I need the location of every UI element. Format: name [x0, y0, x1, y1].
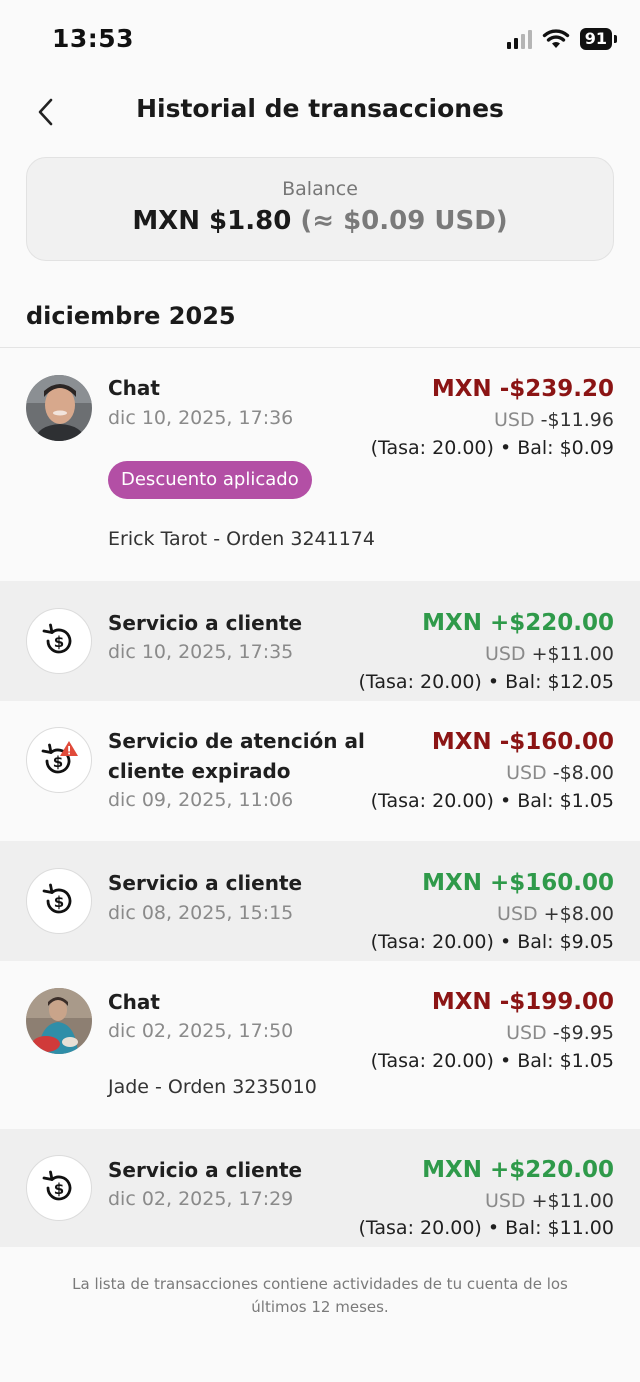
svg-text:$: $	[54, 633, 64, 651]
status-bar: 13:53 91	[0, 0, 640, 78]
transaction-amount: MXN +$220.00	[422, 1157, 614, 1183]
transaction-usd: USD -$9.95	[506, 1018, 614, 1048]
transaction-usd: USD -$8.00	[506, 758, 614, 788]
transaction-amount: MXN -$160.00	[431, 729, 614, 755]
transaction-title: Servicio de atención al cliente expirado	[108, 726, 365, 786]
transaction-row[interactable]: $ Servicio de atención al cliente expira…	[0, 701, 640, 841]
balance-label: Balance	[282, 178, 358, 200]
transaction-title: Servicio a cliente	[108, 871, 303, 895]
balance-card: Balance MXN $1.80 (≈ $0.09 USD)	[26, 157, 614, 261]
header: Historial de transacciones	[0, 82, 640, 142]
transaction-date: dic 02, 2025, 17:50	[108, 1020, 294, 1042]
transaction-rate: (Tasa: 20.00) • Bal: $12.05	[358, 671, 614, 693]
transaction-usd: USD +$8.00	[497, 899, 614, 929]
transaction-rate: (Tasa: 20.00) • Bal: $1.05	[370, 790, 614, 812]
usd-currency: USD	[506, 1022, 547, 1044]
cellular-signal-icon	[506, 29, 532, 49]
usd-value: -$8.00	[546, 762, 614, 784]
balance-value: MXN $1.80 (≈ $0.09 USD)	[27, 206, 613, 236]
status-icons: 91	[506, 27, 618, 51]
transaction-amount: MXN -$239.20	[431, 376, 614, 402]
transaction-row[interactable]: $ Servicio a cliente dic 10, 2025, 17:35…	[0, 581, 640, 701]
transaction-usd: USD -$11.96	[494, 405, 614, 435]
transaction-title: Chat	[108, 376, 160, 400]
avatar	[26, 375, 92, 441]
transaction-amount: MXN +$160.00	[422, 870, 614, 896]
transaction-rate: (Tasa: 20.00) • Bal: $9.05	[370, 931, 614, 953]
transaction-row[interactable]: $ Servicio a cliente dic 02, 2025, 17:29…	[0, 1129, 640, 1247]
transaction-date: dic 09, 2025, 11:06	[108, 789, 294, 811]
battery-icon: 91	[579, 28, 618, 50]
transaction-row[interactable]: $ Servicio a cliente dic 08, 2025, 15:15…	[0, 841, 640, 961]
usd-currency: USD	[497, 903, 538, 925]
transaction-title-line: Servicio de atención al	[108, 729, 365, 753]
usd-value: +$8.00	[537, 903, 614, 925]
transaction-rate: (Tasa: 20.00) • Bal: $1.05	[370, 1050, 614, 1072]
usd-value: +$11.00	[525, 1190, 614, 1212]
wifi-icon	[542, 29, 569, 48]
transaction-title: Chat	[108, 990, 160, 1014]
transaction-usd: USD +$11.00	[485, 1186, 614, 1216]
svg-text:$: $	[54, 1180, 64, 1198]
balance-amount: MXN $1.80	[132, 206, 292, 236]
transaction-date: dic 08, 2025, 15:15	[108, 902, 294, 924]
transaction-note: Erick Tarot - Orden 3241174	[108, 528, 375, 550]
refund-dollar-alert-icon: $	[26, 727, 92, 793]
transaction-title: Servicio a cliente	[108, 611, 303, 635]
transaction-rate: (Tasa: 20.00) • Bal: $0.09	[370, 437, 614, 459]
transaction-date: dic 10, 2025, 17:35	[108, 641, 294, 663]
transaction-date: dic 02, 2025, 17:29	[108, 1188, 294, 1210]
status-time: 13:53	[52, 24, 135, 53]
usd-currency: USD	[506, 762, 547, 784]
transaction-amount: MXN +$220.00	[422, 610, 614, 636]
transaction-row[interactable]: Chat dic 10, 2025, 17:36 MXN -$239.20 US…	[0, 348, 640, 581]
transaction-date: dic 10, 2025, 17:36	[108, 407, 294, 429]
avatar	[26, 988, 92, 1054]
month-heading: diciembre 2025	[26, 302, 236, 330]
refund-dollar-icon: $	[26, 868, 92, 934]
usd-value: -$9.95	[546, 1022, 614, 1044]
transaction-rate: (Tasa: 20.00) • Bal: $11.00	[358, 1217, 614, 1239]
footer-note: La lista de transacciones contiene activ…	[72, 1275, 568, 1316]
transaction-amount: MXN -$199.00	[431, 989, 614, 1015]
transaction-note: Jade - Orden 3235010	[108, 1076, 317, 1098]
svg-text:$: $	[54, 893, 64, 911]
usd-currency: USD	[484, 1190, 526, 1212]
transaction-row[interactable]: Chat dic 02, 2025, 17:50 MXN -$199.00 US…	[0, 961, 640, 1129]
usd-value: +$11.00	[525, 643, 614, 665]
usd-currency: USD	[494, 409, 535, 431]
transaction-title-line: cliente expirado	[108, 759, 291, 783]
usd-value: -$11.96	[534, 409, 614, 431]
discount-badge: Descuento aplicado	[108, 461, 312, 499]
transaction-title: Servicio a cliente	[108, 1158, 303, 1182]
refund-dollar-icon: $	[26, 1155, 92, 1221]
refund-dollar-icon: $	[26, 608, 92, 674]
usd-currency: USD	[484, 643, 526, 665]
balance-usd-equivalent: (≈ $0.09 USD)	[300, 206, 508, 236]
page-title: Historial de transacciones	[136, 94, 504, 123]
transaction-usd: USD +$11.00	[485, 639, 614, 669]
